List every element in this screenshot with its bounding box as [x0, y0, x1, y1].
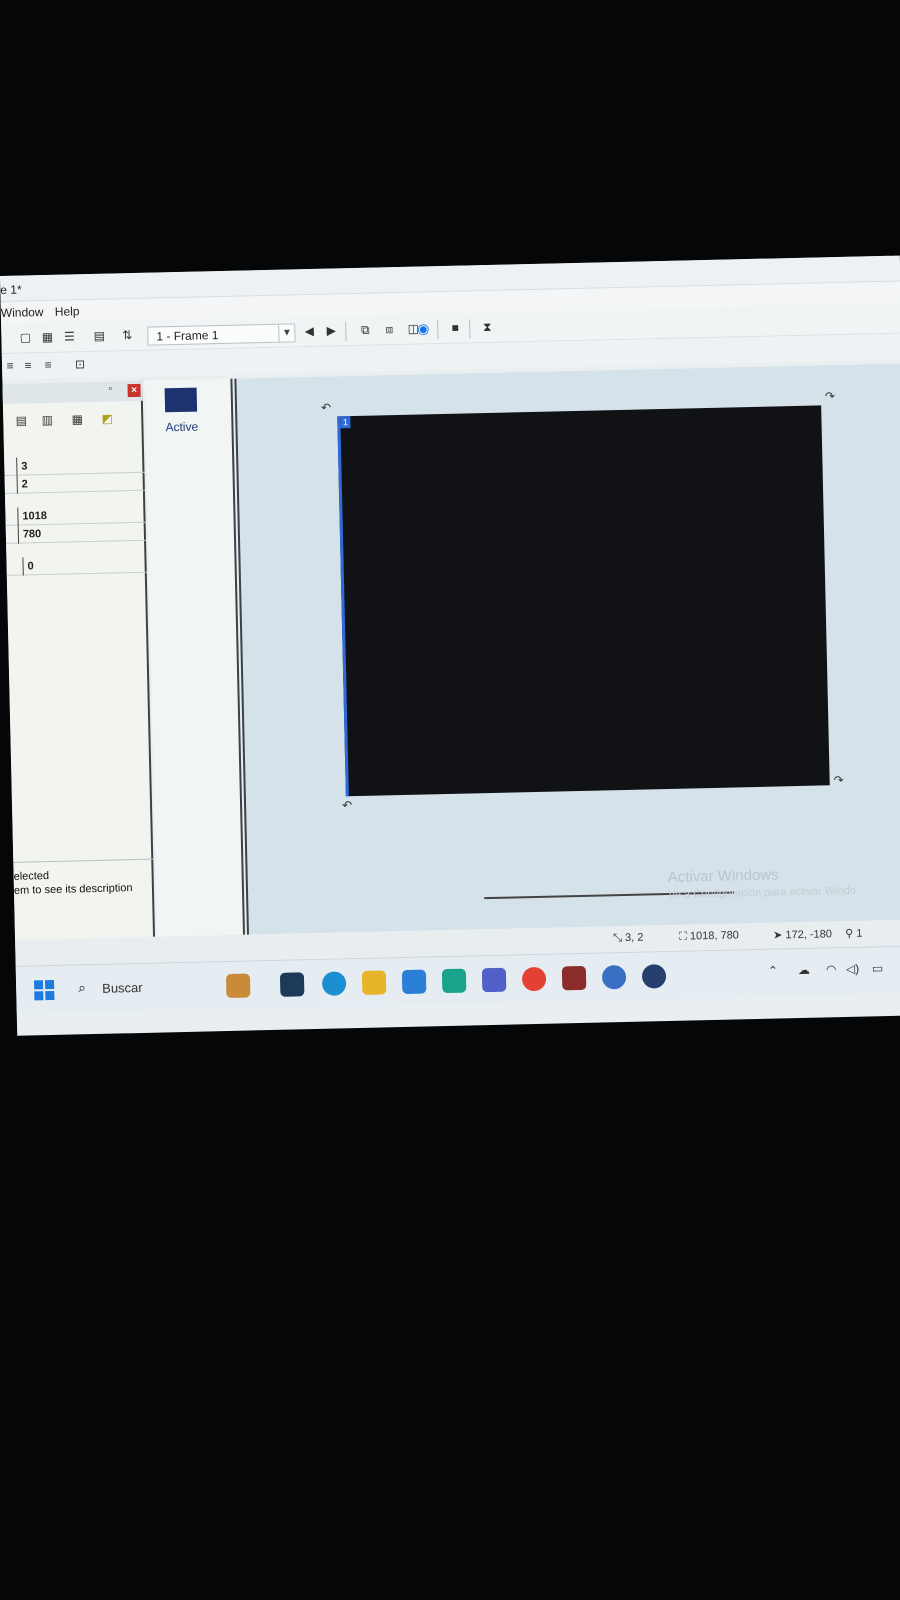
rotate-handle-icon[interactable]: ↷ — [825, 389, 839, 403]
table-view-icon[interactable]: ▤ — [91, 329, 107, 344]
status-position: ⤡ 3, 2 — [613, 931, 644, 945]
duplicate-frame-icon[interactable]: ⧈ — [381, 322, 397, 337]
media-app-icon[interactable] — [601, 964, 627, 990]
menu-help[interactable]: Help — [55, 304, 80, 319]
stop-icon[interactable]: ■ — [447, 321, 463, 336]
property-row[interactable]: 780 — [5, 522, 147, 544]
crop-icon[interactable]: ⊡ — [72, 357, 88, 372]
properties-panel-header: ▫ × — [2, 380, 143, 404]
volume-icon[interactable]: ◁) — [846, 962, 860, 976]
next-frame-icon[interactable]: ▶ — [323, 323, 339, 338]
align-center-icon[interactable]: ≡ — [20, 358, 36, 373]
activation-watermark-text: Ve a Configuración para activar Windo — [668, 884, 857, 901]
monitor-screen: e 1* Window Help ▢ ▦ ☰ ▤ ⇅ 1 - Frame 1 ▼… — [0, 255, 900, 1036]
properties-toolbar: ▤ ▥ ▦ ◩ — [3, 407, 144, 436]
add-frame-icon[interactable]: ⧉ — [357, 323, 373, 338]
categorized-icon[interactable]: ▤ — [13, 413, 29, 428]
toolbar-separator — [437, 320, 439, 340]
layers-panel: Active — [144, 378, 246, 937]
battery-icon[interactable]: ▭ — [872, 961, 884, 975]
frame-select[interactable]: 1 - Frame 1 ▼ — [147, 323, 296, 346]
description-title: elected — [13, 870, 50, 883]
note-icon[interactable]: ◩ — [99, 411, 115, 426]
active-layer-label: Active — [165, 419, 199, 435]
grid-view-icon[interactable]: ▦ — [39, 330, 55, 345]
task-view-icon[interactable] — [279, 972, 305, 997]
winrar-icon[interactable] — [561, 965, 587, 991]
rotate-handle-icon[interactable]: ↶ — [321, 400, 335, 415]
table-icon[interactable]: ▦ — [69, 412, 85, 427]
activation-watermark-title: Activar Windows — [667, 866, 779, 887]
rotate-handle-icon[interactable]: ↶ — [342, 798, 356, 812]
align-left-icon[interactable]: ≡ — [2, 359, 18, 374]
status-size: ⛶ 1018, 780 — [679, 929, 739, 943]
animation-settings-icon[interactable]: ⧗ — [479, 320, 495, 335]
property-row[interactable]: 2 — [4, 472, 145, 494]
chrome-icon[interactable] — [521, 966, 547, 992]
description-text: em to see its description — [13, 882, 133, 897]
menu-window[interactable]: Window — [1, 305, 44, 320]
previous-frame-icon[interactable]: ◀ — [301, 324, 317, 339]
align-right-icon[interactable]: ≡ — [40, 358, 56, 373]
wifi-icon[interactable]: ◠ — [826, 962, 837, 976]
app-icon[interactable] — [641, 964, 667, 989]
photo-app-icon[interactable] — [441, 968, 467, 994]
properties-panel: ▫ × ▤ ▥ ▦ ◩ 3 2 1018 780 0 elected em to… — [2, 380, 156, 940]
game-app-icon[interactable] — [225, 973, 251, 999]
property-description: elected em to see its description — [13, 858, 156, 940]
chevron-up-icon[interactable]: ⌃ — [768, 964, 778, 978]
status-cursor: ➤ 172, -180 — [773, 928, 833, 942]
window-title: e 1* — [0, 282, 22, 297]
list-view-icon[interactable]: ☰ — [61, 329, 77, 344]
store-icon[interactable] — [401, 969, 427, 995]
property-row[interactable]: 0 — [6, 554, 147, 576]
toolbar-separator — [345, 322, 347, 342]
status-zoom: ⚲ 1 — [845, 927, 863, 940]
frame-number-tag: 1 — [340, 416, 351, 429]
windows-start-icon[interactable] — [33, 979, 55, 1001]
taskbar-search-text: Buscar — [102, 979, 143, 996]
rotate-handle-icon[interactable]: ↷ — [833, 773, 847, 787]
frame-order-icon[interactable]: ⇅ — [119, 328, 135, 343]
active-layer-swatch[interactable] — [164, 387, 198, 413]
chevron-down-icon[interactable]: ▼ — [278, 324, 295, 342]
pin-icon[interactable]: ▫ — [108, 383, 112, 394]
single-frame-icon[interactable]: ▢ — [17, 330, 33, 345]
edge-browser-icon[interactable] — [321, 971, 347, 996]
taskbar-search[interactable]: ⌕ Buscar — [78, 977, 198, 1000]
alphabetical-icon[interactable]: ▥ — [39, 413, 55, 428]
search-icon: ⌕ — [77, 979, 87, 996]
frame-canvas[interactable]: 1 — [337, 405, 830, 797]
teams-icon[interactable] — [481, 967, 507, 993]
play-icon[interactable]: ◉ — [415, 320, 431, 336]
file-explorer-icon[interactable] — [361, 970, 387, 995]
canvas-area[interactable]: ↶ ↷ ↶ ↷ 1 Activar Windows Ve a Configura… — [234, 363, 900, 935]
cloud-icon[interactable]: ☁ — [798, 963, 810, 977]
close-icon[interactable]: × — [127, 383, 141, 398]
frame-select-value: 1 - Frame 1 — [156, 328, 219, 344]
toolbar-separator — [469, 319, 471, 339]
photo-background: e 1* Window Help ▢ ▦ ☰ ▤ ⇅ 1 - Frame 1 ▼… — [0, 0, 900, 1600]
